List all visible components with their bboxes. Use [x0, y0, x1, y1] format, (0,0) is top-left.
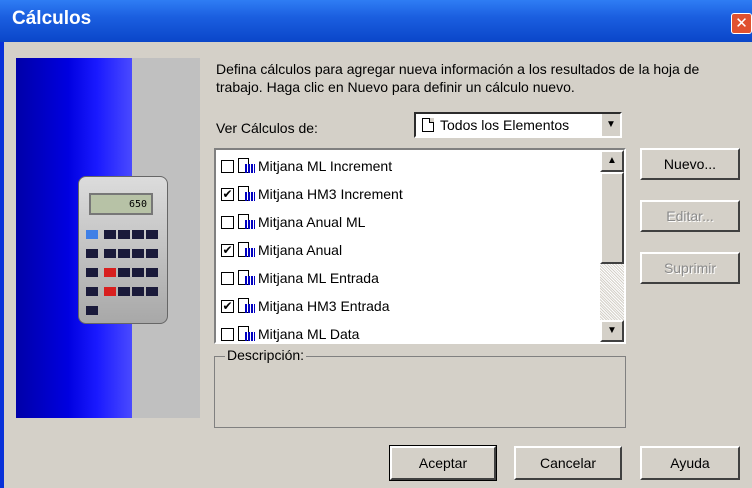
- window-title: Cálculos: [12, 8, 92, 29]
- list-item-label: Mitjana HM3 Increment: [258, 186, 403, 202]
- chevron-down-icon[interactable]: ▼: [601, 114, 620, 136]
- new-button[interactable]: Nuevo...: [640, 148, 740, 180]
- filter-selected-value: Todos los Elementos: [440, 117, 570, 133]
- list-item[interactable]: Mitjana ML Increment: [218, 154, 598, 180]
- description-label: Descripción:: [225, 347, 307, 363]
- scroll-track[interactable]: [600, 264, 624, 320]
- delete-button[interactable]: Suprimir: [640, 252, 740, 284]
- checkbox[interactable]: ✔: [221, 188, 234, 201]
- calculation-icon: [238, 242, 256, 258]
- document-icon: [422, 118, 434, 132]
- checkbox[interactable]: [221, 160, 234, 173]
- calculator-display: 650: [89, 193, 153, 215]
- instructions-text: Defina cálculos para agregar nueva infor…: [216, 61, 700, 95]
- list-item-label: Mitjana Anual: [258, 242, 343, 258]
- list-item[interactable]: Mitjana Anual ML: [218, 210, 598, 236]
- calculator-keys: [85, 229, 163, 324]
- help-button[interactable]: Ayuda: [640, 446, 740, 480]
- checkbox[interactable]: [221, 328, 234, 341]
- description-groupbox: Descripción:: [214, 347, 626, 428]
- triangle-up-icon: ▲: [607, 155, 617, 166]
- list-item-label: Mitjana ML Data: [258, 326, 360, 342]
- close-icon: ✕: [735, 14, 748, 32]
- scroll-up-button[interactable]: ▲: [600, 150, 624, 172]
- calculations-list[interactable]: Mitjana ML Increment ✔ Mitjana HM3 Incre…: [214, 148, 626, 344]
- list-item-label: Mitjana ML Increment: [258, 158, 393, 174]
- close-button[interactable]: ✕: [731, 13, 752, 34]
- triangle-down-icon: ▼: [607, 325, 617, 336]
- calculation-icon: [238, 186, 256, 202]
- list-item[interactable]: Mitjana ML Entrada: [218, 266, 598, 292]
- calculator-icon: 650: [78, 176, 168, 324]
- list-item[interactable]: ✔ Mitjana HM3 Increment: [218, 182, 598, 208]
- filter-dropdown[interactable]: Todos los Elementos ▼: [414, 112, 622, 138]
- title-bar[interactable]: Cálculos ✕: [0, 0, 752, 42]
- list-item[interactable]: Mitjana ML Data: [218, 322, 598, 342]
- ok-button[interactable]: Aceptar: [389, 445, 497, 481]
- filter-label: Ver Cálculos de:: [216, 120, 318, 136]
- checkbox[interactable]: [221, 272, 234, 285]
- list-item-label: Mitjana ML Entrada: [258, 270, 379, 286]
- list-item-label: Mitjana HM3 Entrada: [258, 298, 390, 314]
- calculation-icon: [238, 270, 256, 286]
- calculations-dialog: Cálculos ✕ 650 Defina cálculos para agre…: [0, 0, 752, 488]
- calculation-icon: [238, 214, 256, 230]
- illustration-panel: 650: [16, 58, 200, 418]
- calculation-icon: [238, 158, 256, 174]
- calculation-icon: [238, 326, 256, 342]
- edit-button[interactable]: Editar...: [640, 200, 740, 232]
- list-item-label: Mitjana Anual ML: [258, 214, 366, 230]
- checkbox[interactable]: ✔: [221, 300, 234, 313]
- window-border: [0, 42, 4, 488]
- cancel-button[interactable]: Cancelar: [514, 446, 622, 480]
- list-scrollbar[interactable]: ▲ ▼: [600, 150, 624, 342]
- list-item[interactable]: ✔ Mitjana HM3 Entrada: [218, 294, 598, 320]
- checkbox[interactable]: [221, 216, 234, 229]
- checkbox[interactable]: ✔: [221, 244, 234, 257]
- calculation-icon: [238, 298, 256, 314]
- list-item[interactable]: ✔ Mitjana Anual: [218, 238, 598, 264]
- scroll-down-button[interactable]: ▼: [600, 320, 624, 342]
- scroll-thumb[interactable]: [600, 172, 624, 264]
